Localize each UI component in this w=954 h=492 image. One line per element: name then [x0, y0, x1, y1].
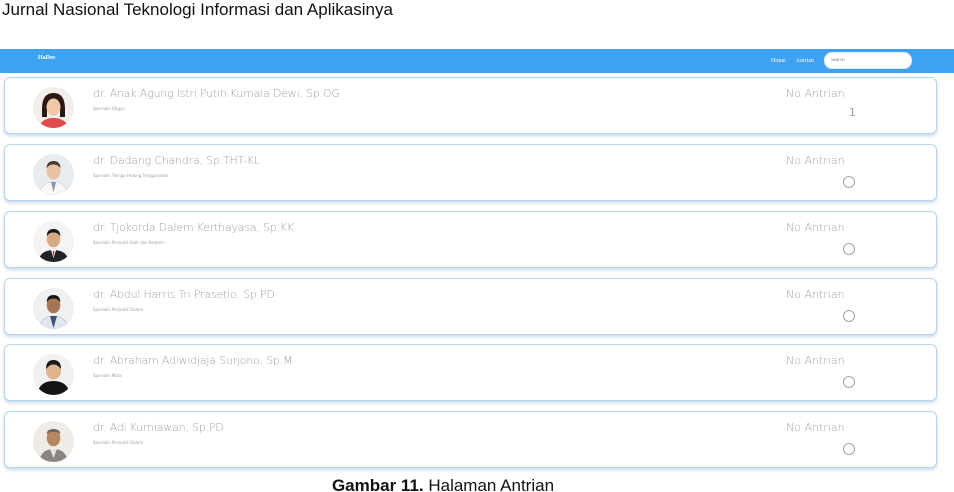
doctor-specialty: Spesialis Telinga Hidung Tenggorokan: [93, 173, 169, 178]
doctor-card[interactable]: dr. Adi Kurniawan, Sp.PD Spesialis Penya…: [4, 411, 937, 468]
queue-empty-icon: [843, 310, 855, 322]
doctor-avatar: [33, 221, 74, 262]
doctor-card[interactable]: dr. Abraham Adiwidjaja Surjono, Sp.M Spe…: [4, 344, 937, 401]
navbar: HaDoc Home Antrian: [0, 49, 954, 73]
queue-empty-icon: [843, 443, 855, 455]
brand-logo[interactable]: HaDoc: [38, 55, 56, 61]
doctor-avatar: [33, 354, 74, 395]
caption-label: Gambar 11.: [331, 476, 424, 492]
journal-title: Jurnal Nasional Teknologi Informasi dan …: [2, 0, 393, 19]
male-doctor-whitecoat-photo-icon: [33, 154, 74, 195]
female-doctor-photo-icon: [33, 87, 74, 128]
caption-text: Halaman Antrian: [423, 476, 555, 492]
doctor-avatar: [33, 87, 74, 128]
doctor-specialty: Spesialis Mata: [93, 373, 122, 378]
doctor-card[interactable]: dr. Tjokorda Dalem Kerthayasa, Sp.KK Spe…: [4, 211, 937, 268]
doctor-avatar: [33, 154, 74, 195]
male-doctor-suit-photo-icon: [33, 221, 74, 262]
nav-link-home[interactable]: Home: [771, 58, 786, 64]
queue-empty-icon: [843, 376, 855, 388]
doctor-name: dr. Anak Agung Istri Putih Kumala Dewi, …: [93, 87, 340, 100]
doctor-card[interactable]: dr. Anak Agung Istri Putih Kumala Dewi, …: [4, 77, 937, 134]
queue-empty-icon: [843, 176, 855, 188]
male-doctor-older-photo-icon: [33, 421, 74, 462]
doctor-name: dr. Tjokorda Dalem Kerthayasa, Sp.KK: [93, 221, 294, 234]
doctor-avatar: [33, 288, 74, 329]
search-input[interactable]: [824, 52, 912, 69]
doctor-specialty: Spesialis Obgyn: [93, 106, 125, 111]
queue-label: No Antrian: [786, 87, 845, 100]
queue-label: No Antrian: [786, 154, 845, 167]
figure-caption: Gambar 11. Halaman Antrian: [0, 476, 886, 492]
male-doctor-coat-photo-icon: [33, 288, 74, 329]
queue-label: No Antrian: [786, 354, 845, 367]
queue-label: No Antrian: [786, 221, 845, 234]
doctor-card[interactable]: dr. Abdul Harris Tri Prasetio, Sp.PD Spe…: [4, 278, 937, 335]
doctor-name: dr. Dadang Chandra, Sp.THT-KL: [93, 154, 260, 167]
queue-empty-icon: [843, 243, 855, 255]
doctor-card[interactable]: dr. Dadang Chandra, Sp.THT-KL Spesialis …: [4, 144, 937, 201]
queue-label: No Antrian: [786, 288, 845, 301]
doctor-specialty: Spesialis Penyakit Kulit dan Kelamin: [93, 240, 165, 245]
male-doctor-black-photo-icon: [33, 354, 74, 395]
doctor-specialty: Spesialis Penyakit Dalam: [93, 307, 144, 312]
doctor-avatar: [33, 421, 74, 462]
nav-links: Home Antrian: [771, 52, 912, 69]
queue-number: 1: [849, 106, 856, 119]
doctor-name: dr. Abdul Harris Tri Prasetio, Sp.PD: [93, 288, 275, 301]
doctor-specialty: Spesialis Penyakit Dalam: [93, 440, 144, 445]
queue-label: No Antrian: [786, 421, 845, 434]
doctor-name: dr. Adi Kurniawan, Sp.PD: [93, 421, 224, 434]
doctor-name: dr. Abraham Adiwidjaja Surjono, Sp.M: [93, 354, 293, 367]
nav-link-antrian[interactable]: Antrian: [796, 58, 814, 64]
